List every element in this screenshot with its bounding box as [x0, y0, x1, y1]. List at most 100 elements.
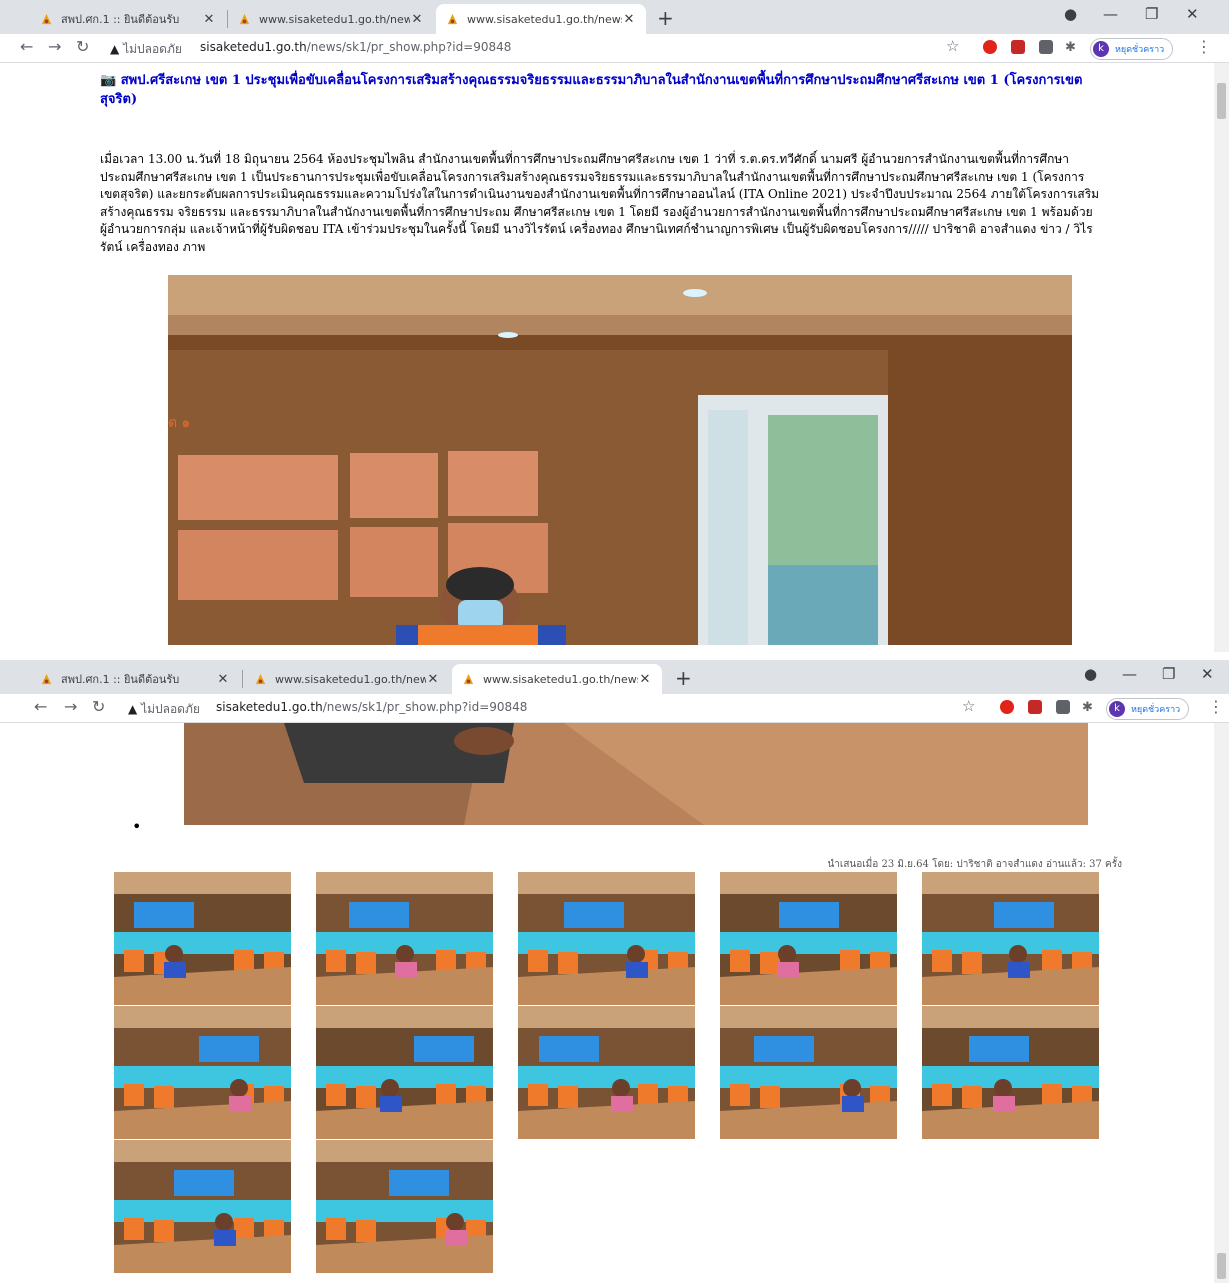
- url-path: /news/sk1/pr_show.php?id=90848: [306, 40, 512, 54]
- site-favicon-icon: [41, 13, 52, 24]
- headline-text: สพป.ศรีสะเกษ เขต 1 ประชุมเพื่อขับเคลื่อน…: [100, 73, 1083, 107]
- opera-extension-icon[interactable]: [1000, 700, 1014, 714]
- site-favicon-icon: [41, 673, 52, 684]
- site-favicon-icon: [239, 13, 250, 24]
- close-tab-icon[interactable]: ✕: [216, 672, 230, 687]
- close-tab-icon[interactable]: ✕: [426, 672, 440, 687]
- scrollbar-thumb[interactable]: [1217, 1253, 1226, 1279]
- close-tab-icon[interactable]: ✕: [622, 12, 636, 27]
- gallery-thumbnail[interactable]: [316, 1140, 493, 1273]
- new-tab-button[interactable]: +: [657, 6, 674, 30]
- tab-title: www.sisaketedu1.go.th/news/sk1: [259, 12, 410, 26]
- tab-title: www.sisaketedu1.go.th/news/sk1: [467, 12, 622, 26]
- tab-1[interactable]: สพป.ศก.1 :: ยินดีต้อนรับ ✕: [30, 664, 240, 694]
- security-indicator[interactable]: ▲ ไม่ปลอดภัย: [110, 40, 182, 59]
- site-favicon-icon: [463, 673, 474, 684]
- security-label: ไม่ปลอดภัย: [141, 702, 200, 716]
- tab-2[interactable]: www.sisaketedu1.go.th/news/sk1 ✕: [228, 4, 434, 34]
- tab-3-active[interactable]: www.sisaketedu1.go.th/news/sk1 ✕: [452, 664, 662, 694]
- gallery-thumbnail[interactable]: [922, 872, 1099, 1005]
- tab-title: www.sisaketedu1.go.th/news/sk1: [275, 672, 426, 686]
- tab-1[interactable]: สพป.ศก.1 :: ยินดีต้อนรับ ✕: [30, 4, 226, 34]
- minimize-button[interactable]: —: [1103, 5, 1118, 23]
- address-bar[interactable]: sisaketedu1.go.th/news/sk1/pr_show.php?i…: [200, 40, 511, 54]
- gallery-thumbnail[interactable]: [922, 1006, 1099, 1139]
- browser-toolbar: ← → ↻ ▲ ไม่ปลอดภัย sisaketedu1.go.th/new…: [0, 34, 1229, 63]
- restore-button[interactable]: ❐: [1162, 665, 1175, 683]
- gallery-thumbnail[interactable]: [720, 872, 897, 1005]
- page-content: • นำเสนอเมื่อ 23 มิ.ย.64 โดย: ปาริชาติ อ…: [0, 723, 1212, 1283]
- tab-separator: [242, 670, 243, 688]
- gallery-thumbnail[interactable]: [316, 872, 493, 1005]
- tab-title: www.sisaketedu1.go.th/news/sk1: [483, 672, 638, 686]
- extension-icon[interactable]: [1056, 700, 1070, 714]
- extension-icon[interactable]: [1039, 40, 1053, 54]
- bookmark-star-icon[interactable]: ☆: [946, 37, 959, 55]
- vertical-scrollbar[interactable]: [1214, 63, 1229, 652]
- meeting-room-photo: ต ๑: [168, 275, 1072, 645]
- back-icon[interactable]: ←: [20, 37, 33, 56]
- profile-button[interactable]: k หยุดชั่วคราว: [1106, 698, 1190, 720]
- tab-3-active[interactable]: www.sisaketedu1.go.th/news/sk1 ✕: [436, 4, 646, 34]
- close-tab-icon[interactable]: ✕: [410, 12, 424, 27]
- article-headline[interactable]: 📷 สพป.ศรีสะเกษ เขต 1 ประชุมเพื่อขับเคลื่…: [100, 71, 1100, 109]
- article-main-photo: ต ๑: [168, 275, 1072, 645]
- profile-name: หยุดชั่วคราว: [1115, 45, 1165, 55]
- gallery-thumbnail[interactable]: [720, 1006, 897, 1139]
- browser-toolbar: ← → ↻ ▲ ไม่ปลอดภัย sisaketedu1.go.th/new…: [0, 694, 1229, 723]
- gallery-thumbnail[interactable]: [114, 1140, 291, 1273]
- gallery-thumbnail[interactable]: [518, 872, 695, 1005]
- tab-title: สพป.ศก.1 :: ยินดีต้อนรับ: [61, 13, 180, 26]
- close-window-button[interactable]: ✕: [1186, 5, 1199, 23]
- tab-strip: สพป.ศก.1 :: ยินดีต้อนรับ ✕ www.sisaketed…: [0, 0, 1229, 34]
- menu-kebab-icon[interactable]: ⋮: [1196, 37, 1212, 56]
- security-label: ไม่ปลอดภัย: [123, 42, 182, 56]
- vertical-scrollbar[interactable]: [1214, 723, 1229, 1283]
- address-bar[interactable]: sisaketedu1.go.th/news/sk1/pr_show.php?i…: [216, 700, 527, 714]
- reload-icon[interactable]: ↻: [92, 697, 105, 716]
- browser-window-bottom: สพป.ศก.1 :: ยินดีต้อนรับ ✕ www.sisaketed…: [0, 660, 1229, 1283]
- security-indicator[interactable]: ▲ ไม่ปลอดภัย: [128, 700, 200, 719]
- gallery-thumbnail[interactable]: [114, 872, 291, 1005]
- avatar: k: [1093, 41, 1109, 57]
- extensions-puzzle-icon[interactable]: ✱: [1082, 700, 1093, 715]
- gallery-thumbnail[interactable]: [316, 1006, 493, 1139]
- camera-icon: 📷: [100, 73, 117, 88]
- scrollbar-thumb[interactable]: [1217, 83, 1226, 119]
- back-icon[interactable]: ←: [34, 697, 47, 716]
- avatar: k: [1109, 701, 1125, 717]
- gallery-thumbnail[interactable]: [114, 1006, 291, 1139]
- opera-extension-icon[interactable]: [983, 40, 997, 54]
- extensions-puzzle-icon[interactable]: ✱: [1065, 40, 1076, 55]
- profile-button[interactable]: k หยุดชั่วคราว: [1090, 38, 1174, 60]
- article-main-photo-bottom: [184, 723, 1088, 825]
- forward-icon[interactable]: →: [48, 37, 61, 56]
- site-favicon-icon: [447, 13, 458, 24]
- tab-title: สพป.ศก.1 :: ยินดีต้อนรับ: [61, 673, 180, 686]
- forward-icon[interactable]: →: [64, 697, 77, 716]
- restore-button[interactable]: ❐: [1145, 5, 1158, 23]
- reload-icon[interactable]: ↻: [76, 37, 89, 56]
- pdf-extension-icon[interactable]: [1028, 700, 1042, 714]
- tab-search-icon[interactable]: ●: [1084, 665, 1097, 683]
- tab-search-icon[interactable]: ●: [1064, 5, 1077, 23]
- minimize-button[interactable]: —: [1122, 665, 1137, 683]
- profile-name: หยุดชั่วคราว: [1131, 705, 1181, 715]
- article-meta: นำเสนอเมื่อ 23 มิ.ย.64 โดย: ปาริชาติ อาจ…: [827, 859, 1122, 870]
- tab-2[interactable]: www.sisaketedu1.go.th/news/sk1 ✕: [244, 664, 450, 694]
- pdf-extension-icon[interactable]: [1011, 40, 1025, 54]
- tab-strip: สพป.ศก.1 :: ยินดีต้อนรับ ✕ www.sisaketed…: [0, 660, 1229, 694]
- url-path: /news/sk1/pr_show.php?id=90848: [322, 700, 528, 714]
- warning-icon: ▲: [110, 42, 120, 56]
- site-favicon-icon: [255, 673, 266, 684]
- list-bullet: •: [132, 817, 142, 836]
- menu-kebab-icon[interactable]: ⋮: [1208, 697, 1224, 716]
- close-tab-icon[interactable]: ✕: [202, 12, 216, 27]
- meeting-table-photo: [184, 723, 1088, 825]
- close-window-button[interactable]: ✕: [1201, 665, 1214, 683]
- new-tab-button[interactable]: +: [675, 666, 692, 690]
- bookmark-star-icon[interactable]: ☆: [962, 697, 975, 715]
- close-tab-icon[interactable]: ✕: [638, 672, 652, 687]
- gallery-thumbnail[interactable]: [518, 1006, 695, 1139]
- page-content: 📷 สพป.ศรีสะเกษ เขต 1 ประชุมเพื่อขับเคลื่…: [0, 63, 1212, 652]
